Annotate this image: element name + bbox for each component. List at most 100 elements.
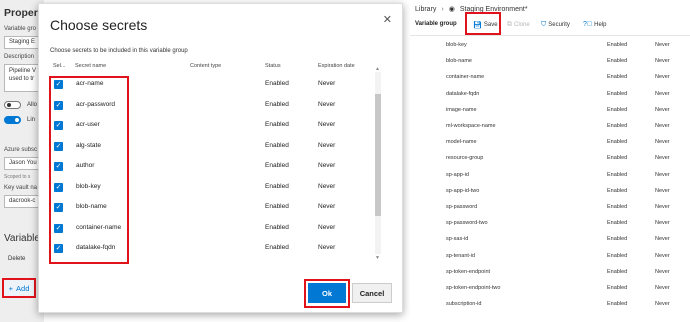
variable-expiration: Never bbox=[655, 187, 670, 194]
dialog-description: Choose secrets to be included in this va… bbox=[50, 48, 188, 54]
add-label: Add bbox=[16, 283, 30, 293]
secret-expiration: Never bbox=[318, 121, 336, 128]
variable-row[interactable]: sp-sas-id Enabled Never bbox=[410, 232, 690, 248]
allow-access-toggle[interactable] bbox=[4, 101, 21, 109]
variable-row[interactable]: blob-key Enabled Never bbox=[410, 38, 690, 54]
secret-status: Enabled bbox=[265, 203, 289, 210]
variable-expiration: Never bbox=[655, 285, 670, 291]
secret-status: Enabled bbox=[265, 182, 289, 190]
variable-status: Enabled bbox=[607, 204, 628, 210]
variable-row[interactable]: resource-group Enabled Never bbox=[410, 151, 690, 167]
breadcrumb-library[interactable]: Library bbox=[415, 6, 436, 13]
variable-row[interactable]: datalake-fqdn Enabled Never bbox=[410, 87, 690, 103]
secret-expiration: Never bbox=[318, 162, 336, 169]
delete-button[interactable]: Delete bbox=[8, 256, 25, 262]
variable-row[interactable]: subscription-id Enabled Never bbox=[410, 297, 690, 313]
variable-row[interactable]: blob-name Enabled Never bbox=[410, 54, 690, 70]
variable-expiration: Never bbox=[655, 252, 670, 259]
variable-status: Enabled bbox=[607, 155, 628, 162]
editor-toolbar: Variable group 💾︎ Save ⧉ Clone ⛉ Securit… bbox=[410, 16, 690, 34]
dialog-scrollbar[interactable]: ▲ ▼ bbox=[375, 66, 381, 261]
variable-status: Enabled bbox=[607, 139, 628, 146]
variable-status: Enabled bbox=[607, 285, 628, 291]
variable-row[interactable]: sp-tenant-id Enabled Never bbox=[410, 249, 690, 265]
scroll-down-icon[interactable]: ▼ bbox=[375, 255, 380, 261]
secret-expiration: Never bbox=[318, 244, 336, 251]
secret-status: Enabled bbox=[265, 162, 289, 169]
variable-group-label: Variable gro bbox=[4, 26, 36, 32]
variable-row[interactable]: sp-token-endpoint Enabled Never bbox=[410, 265, 690, 281]
variable-name: sp-token-endpoint bbox=[446, 268, 491, 275]
column-header-secret-name[interactable]: Secret name bbox=[75, 63, 106, 69]
secret-status: Enabled bbox=[265, 121, 289, 128]
variable-row[interactable]: image-name Enabled Never bbox=[410, 103, 690, 119]
variable-row[interactable]: sp-app-id Enabled Never bbox=[410, 168, 690, 184]
variable-expiration: Never bbox=[655, 268, 670, 275]
close-icon[interactable]: ✕ bbox=[383, 13, 392, 26]
variable-row[interactable]: model-name Enabled Never bbox=[410, 135, 690, 151]
variable-row[interactable]: sp-password Enabled Never bbox=[410, 200, 690, 216]
variable-name: blob-name bbox=[446, 58, 472, 65]
variable-name: container-name bbox=[446, 74, 485, 81]
ok-button[interactable]: Ok bbox=[308, 283, 346, 303]
column-header-content-type[interactable]: Content type bbox=[190, 63, 221, 69]
variable-name: sp-app-id-two bbox=[446, 187, 480, 194]
variable-expiration: Never bbox=[655, 90, 670, 97]
scroll-thumb[interactable] bbox=[375, 94, 381, 216]
column-header-expiration[interactable]: Expiration date bbox=[318, 63, 355, 69]
clone-button[interactable]: ⧉ Clone bbox=[507, 21, 530, 29]
variable-expiration: Never bbox=[655, 236, 670, 243]
link-secrets-toggle[interactable] bbox=[4, 116, 21, 124]
save-highlight bbox=[465, 12, 501, 35]
column-header-select[interactable]: Sel... bbox=[53, 63, 66, 69]
tab-variable-group[interactable]: Variable group bbox=[415, 21, 457, 27]
column-header-status[interactable]: Status bbox=[265, 63, 281, 69]
variable-row[interactable]: container-name Enabled Never bbox=[410, 70, 690, 86]
variable-expiration: Never bbox=[655, 301, 670, 308]
add-secret-button[interactable]: + Add bbox=[2, 278, 36, 298]
help-button[interactable]: ?⃝ Help bbox=[583, 21, 607, 28]
help-icon: ?⃝ bbox=[583, 21, 593, 28]
secret-status: Enabled bbox=[265, 80, 289, 87]
allow-access-label: Allo bbox=[27, 102, 38, 108]
variable-expiration: Never bbox=[655, 74, 670, 81]
variable-status: Enabled bbox=[607, 74, 628, 81]
variable-expiration: Never bbox=[655, 123, 670, 129]
variable-status: Enabled bbox=[607, 268, 628, 275]
variable-row[interactable]: ml-workspace-name Enabled Never bbox=[410, 119, 690, 135]
variable-name: sp-password bbox=[446, 204, 478, 210]
clone-label: Clone bbox=[514, 22, 530, 28]
variable-status: Enabled bbox=[607, 252, 628, 259]
variable-name: blob-key bbox=[446, 42, 467, 48]
scroll-up-icon[interactable]: ▲ bbox=[375, 66, 380, 72]
breadcrumb-separator: › bbox=[441, 5, 444, 13]
clone-icon: ⧉ bbox=[507, 21, 512, 28]
secret-status: Enabled bbox=[265, 244, 289, 251]
variable-row[interactable]: sp-app-id-two Enabled Never bbox=[410, 184, 690, 200]
variable-expiration: Never bbox=[655, 220, 670, 227]
variable-expiration: Never bbox=[655, 58, 670, 65]
variable-group-editor: Library › ◉ Staging Environment* Variabl… bbox=[410, 0, 690, 322]
secret-expiration: Never bbox=[318, 80, 336, 87]
variable-name: sp-token-endpoint-two bbox=[446, 285, 501, 291]
variable-name: model-name bbox=[446, 139, 477, 146]
variable-group-icon: ◉ bbox=[448, 6, 455, 13]
secret-expiration: Never bbox=[318, 100, 336, 108]
security-button[interactable]: ⛉ Security bbox=[541, 21, 570, 29]
variable-row[interactable]: sp-password-two Enabled Never bbox=[410, 216, 690, 232]
variable-name: ml-workspace-name bbox=[446, 123, 496, 129]
shield-icon: ⛉ bbox=[541, 21, 547, 28]
azure-subscription-label: Azure subsc bbox=[4, 147, 38, 153]
cancel-button[interactable]: Cancel bbox=[352, 283, 392, 303]
secret-status: Enabled bbox=[265, 141, 289, 149]
variable-status: Enabled bbox=[607, 90, 628, 97]
variable-status: Enabled bbox=[607, 220, 628, 227]
variable-expiration: Never bbox=[655, 42, 670, 48]
description-line-2: used to tr bbox=[9, 76, 35, 82]
key-vault-label: Key vault na bbox=[4, 185, 38, 191]
variable-status: Enabled bbox=[607, 187, 628, 194]
variable-name: sp-password-two bbox=[446, 220, 488, 227]
secret-expiration: Never bbox=[318, 203, 336, 210]
variable-row[interactable]: sp-token-endpoint-two Enabled Never bbox=[410, 281, 690, 297]
selection-highlight bbox=[49, 76, 129, 264]
